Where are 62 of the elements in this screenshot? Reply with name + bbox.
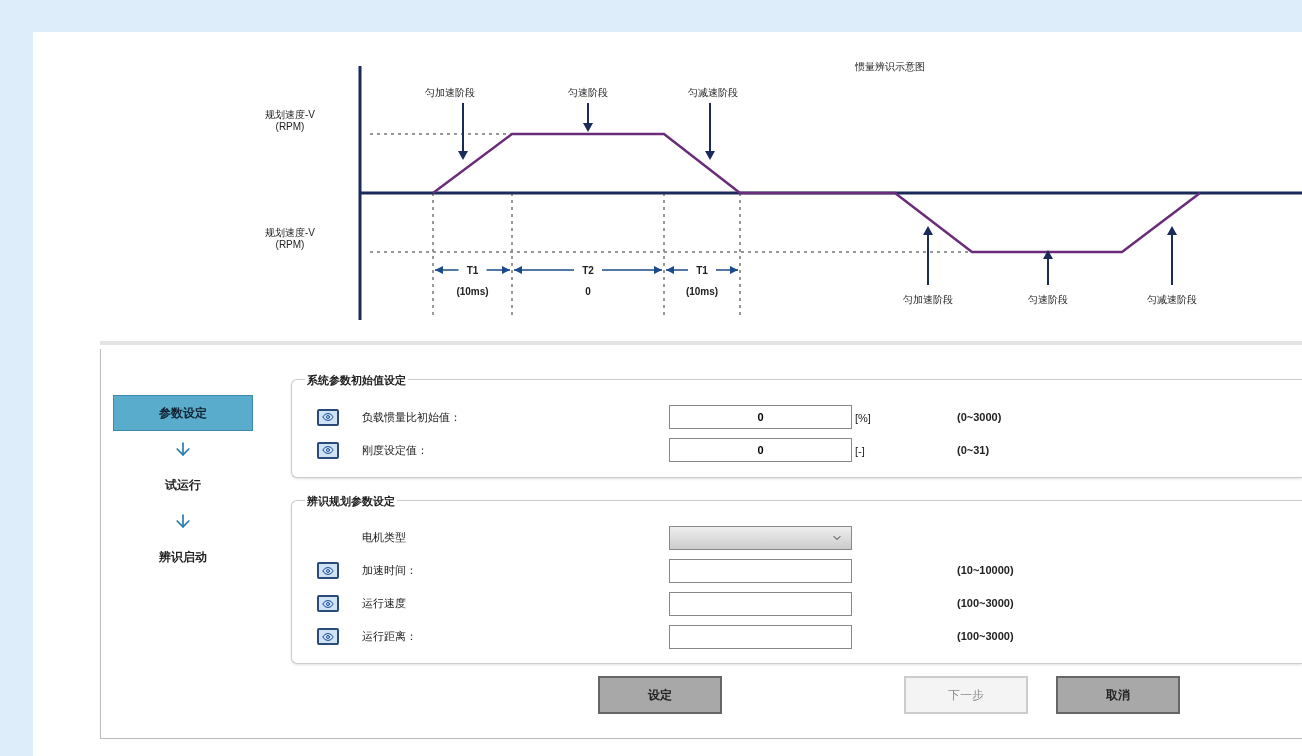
interval-value: (10ms): [685, 286, 719, 297]
dialog-button[interactable]: 取消: [1056, 676, 1180, 714]
group-title: 系统参数初始值设定: [305, 372, 408, 389]
up-arrow-icon: [923, 226, 933, 286]
range-label: (10~10000): [957, 563, 1014, 579]
up-arrow-icon: [1167, 226, 1177, 286]
field-label: 电机类型: [362, 530, 407, 546]
field-label: 刚度设定值：: [362, 442, 429, 458]
phase-label: 匀加速阶段: [903, 294, 953, 305]
field-label: 运行速度: [362, 596, 407, 612]
down-arrow-icon: [583, 102, 593, 132]
phase-label: 匀速阶段: [568, 87, 608, 98]
input-field[interactable]: 0: [669, 438, 852, 462]
axis-label: 规划速度-V: [265, 109, 315, 120]
down-arrow-icon: [458, 102, 468, 160]
input-field[interactable]: [669, 591, 852, 616]
diagram-title: 惯量辨识示意图: [855, 61, 925, 72]
axis-unit: (RPM): [275, 121, 305, 132]
step-item[interactable]: 试运行: [113, 467, 253, 503]
interval-arrow-icon: [434, 266, 511, 274]
eye-button[interactable]: [317, 408, 339, 426]
eye-button[interactable]: [317, 562, 339, 579]
interval-value: (10ms): [456, 286, 489, 297]
input-field[interactable]: [669, 558, 852, 583]
interval-name: T1: [696, 265, 708, 276]
interval-name: T1: [466, 265, 479, 276]
interval-value: 0: [585, 286, 591, 297]
interval-arrow-icon: [665, 266, 739, 274]
step-item[interactable]: 参数设定: [113, 395, 253, 431]
interval-arrow-icon: [513, 266, 663, 274]
range-label: (0~3000): [957, 409, 1002, 425]
range-label: (100~3000): [957, 629, 1014, 645]
dialog-button[interactable]: 设定: [598, 676, 722, 714]
interval-name: T2: [582, 265, 594, 276]
range-label: (100~3000): [957, 596, 1014, 612]
input-field[interactable]: 0: [669, 405, 852, 429]
axis-unit: (RPM): [275, 239, 305, 250]
input-field[interactable]: [669, 624, 852, 649]
phase-label: 匀速阶段: [1028, 294, 1068, 305]
range-label: (0~31): [957, 442, 990, 458]
phase-label: 匀减速阶段: [688, 87, 738, 98]
phase-label: 匀减速阶段: [1147, 294, 1197, 305]
field-label: 运行距离：: [362, 629, 418, 645]
unit-label: [%]: [855, 412, 871, 424]
eye-icon: [322, 630, 334, 643]
group-title: 辨识规划参数设定: [305, 492, 397, 509]
field-label: 加速时间：: [362, 563, 418, 579]
eye-button[interactable]: [317, 595, 339, 612]
dropdown[interactable]: [669, 525, 852, 550]
eye-icon: [322, 411, 334, 423]
eye-icon: [322, 444, 334, 456]
eye-icon: [322, 597, 334, 610]
step-item[interactable]: 辨识启动: [113, 539, 253, 575]
phase-label: 匀加速阶段: [425, 87, 475, 98]
eye-button[interactable]: [317, 441, 339, 459]
axis-label: 规划速度-V: [265, 227, 315, 238]
up-arrow-icon: [1043, 250, 1053, 286]
eye-icon: [322, 564, 334, 577]
down-arrow-icon: [705, 102, 715, 160]
unit-label: [-]: [855, 445, 865, 457]
field-label: 负载惯量比初始值：: [362, 409, 462, 425]
eye-button[interactable]: [317, 628, 339, 645]
